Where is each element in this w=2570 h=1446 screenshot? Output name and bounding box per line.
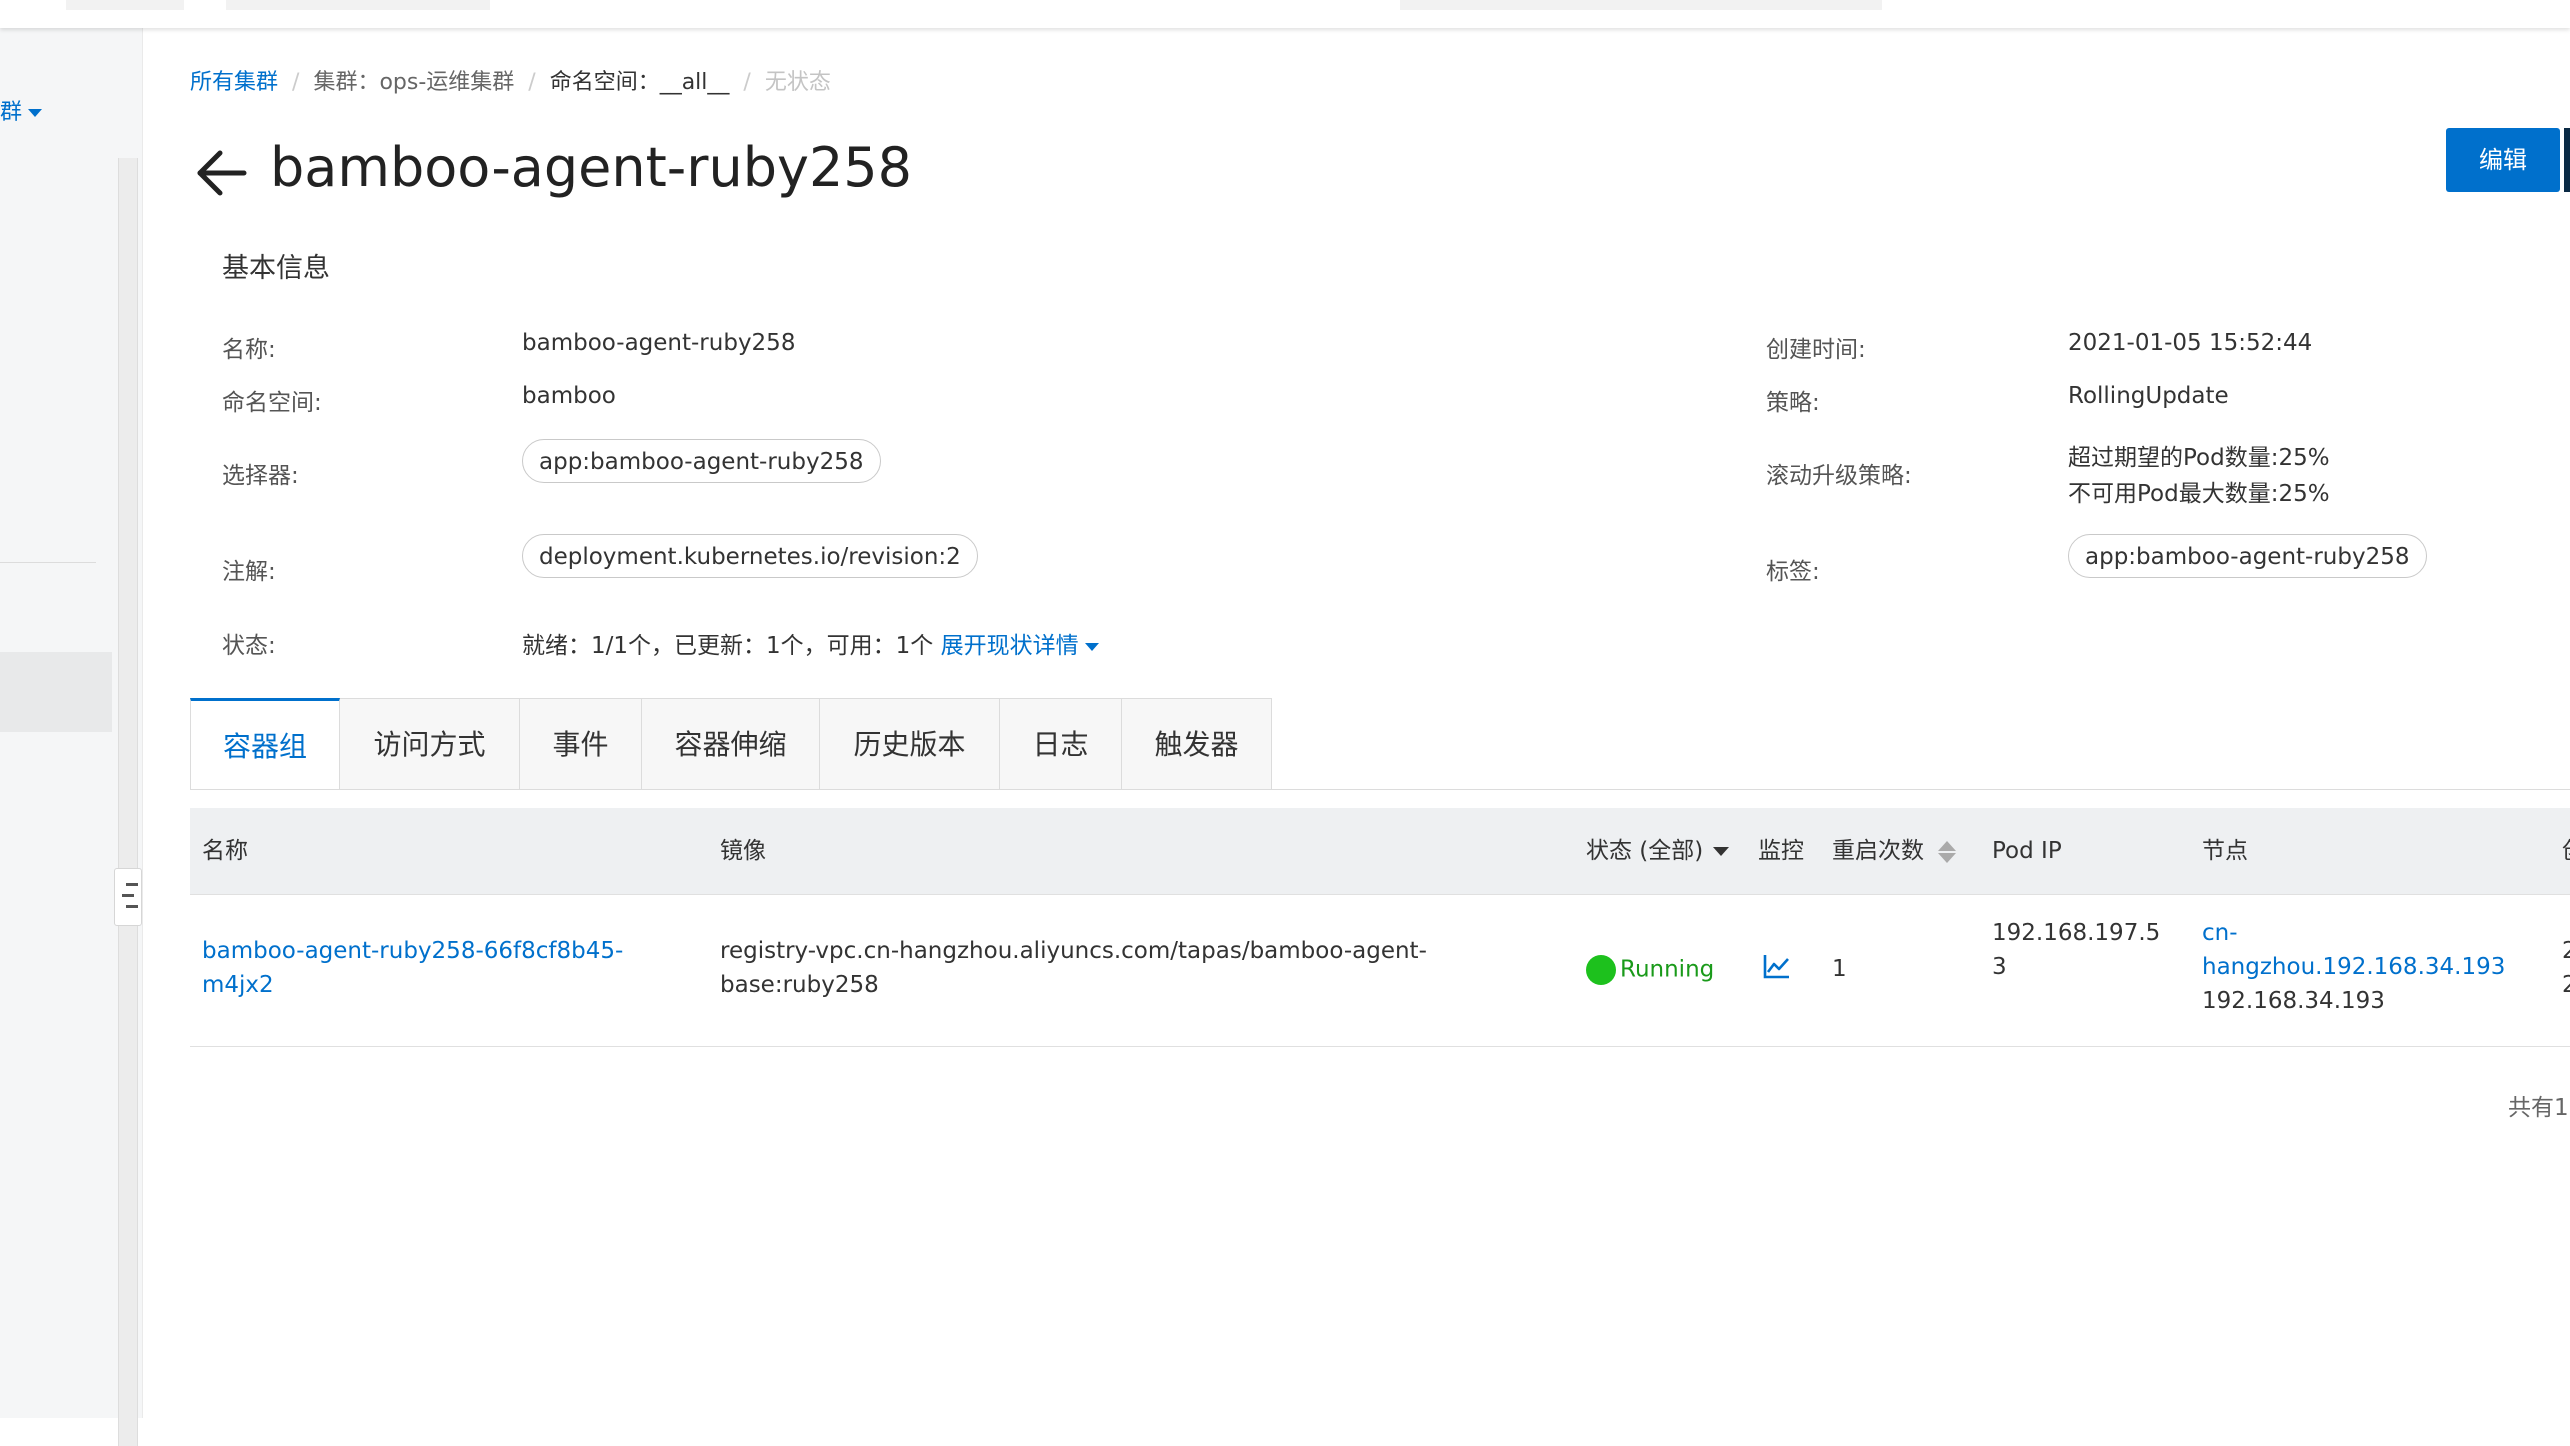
tab-scaling[interactable]: 容器伸缩 (642, 698, 820, 790)
column-name: 名称 (202, 838, 248, 864)
column-restarts-label: 重启次数 (1832, 838, 1924, 864)
pod-image-line: base:ruby258 (720, 972, 879, 998)
pod-name-link[interactable]: bamboo-agent-ruby258-66f8cf8b45- m4jx2 (202, 934, 623, 1002)
column-created: 创 (2562, 808, 2570, 894)
pods-table-header: 名称 镜像 状态 (全部) 监控 重启次数 Pod IP 节点 创 (190, 808, 2570, 895)
pod-ip: 192.168.197.5 3 (1992, 916, 2160, 984)
selector-tag: app:bamboo-agent-ruby258 (522, 439, 881, 483)
page-title: bamboo-agent-ruby258 (270, 136, 913, 199)
namespace-value: bamboo (522, 383, 616, 409)
annotation-tag: deployment.kubernetes.io/revision:2 (522, 534, 978, 578)
labels-label: 标签: (1766, 559, 1820, 585)
column-image: 镜像 (720, 838, 766, 864)
sort-icon[interactable] (1938, 840, 1956, 864)
sidebar-item-selected[interactable] (0, 652, 112, 732)
column-status-label: 状态 (全部) (1586, 838, 1704, 864)
breadcrumb-separator: / (528, 70, 536, 95)
pod-created-line: 2 (2562, 972, 2570, 998)
tab-events[interactable]: 事件 (520, 698, 642, 790)
expand-status-details-link[interactable]: 展开现状详情 (941, 633, 1099, 659)
column-monitor: 监控 (1758, 838, 1804, 864)
name-label: 名称: (222, 337, 276, 363)
column-restarts[interactable]: 重启次数 (1832, 808, 1956, 894)
status-label: 状态: (222, 633, 276, 659)
status-running-icon (1586, 954, 1616, 985)
breadcrumb-cluster[interactable]: 集群：ops-运维集群 (313, 70, 514, 95)
cluster-selector[interactable]: 群 (0, 94, 43, 126)
tabs-baseline (190, 789, 2570, 790)
node-link-line[interactable]: hangzhou.192.168.34.193 (2202, 950, 2505, 984)
rolling-update-max-unavailable: 不可用Pod最大数量:25% (2068, 481, 2330, 507)
annotation-label: 注解: (222, 559, 276, 585)
selector-label: 选择器: (222, 463, 299, 489)
left-sidebar: 群 (0, 28, 143, 1446)
collapse-icon-line (126, 883, 138, 886)
rolling-update-label: 滚动升级策略: (1766, 463, 1912, 489)
pod-created-line: 2 (2562, 938, 2570, 964)
name-value: bamboo-agent-ruby258 (522, 330, 796, 356)
node-ip: 192.168.34.193 (2202, 988, 2385, 1014)
sidebar-scrollbar[interactable] (118, 158, 138, 1446)
chevron-down-icon (28, 109, 43, 117)
breadcrumb-separator: / (292, 70, 300, 95)
breadcrumb-current: 无状态 (764, 70, 831, 95)
breadcrumb-all-clusters[interactable]: 所有集群 (190, 70, 278, 95)
topbar-placeholder-2 (226, 0, 490, 10)
collapse-sidebar-icon[interactable] (114, 868, 142, 926)
collapse-icon-line (126, 905, 138, 908)
table-row: bamboo-agent-ruby258-66f8cf8b45- m4jx2 r… (190, 894, 2570, 1047)
collapse-icon-line (122, 894, 134, 897)
edit-button[interactable]: 编辑 (2446, 128, 2560, 192)
topbar-search-placeholder[interactable] (1400, 0, 1882, 10)
pod-name-line: bamboo-agent-ruby258-66f8cf8b45- (202, 938, 624, 964)
rolling-update-max-surge: 超过期望的Pod数量:25% (2068, 445, 2330, 471)
top-navbar (0, 0, 2570, 28)
pod-restarts: 1 (1832, 956, 1847, 982)
tab-triggers[interactable]: 触发器 (1122, 698, 1272, 790)
filter-dropdown-icon[interactable] (1713, 847, 1730, 856)
chevron-down-icon (1084, 642, 1099, 651)
column-pod-ip: Pod IP (1992, 838, 2062, 864)
monitor-chart-icon[interactable] (1762, 952, 1792, 992)
pod-image-line: registry-vpc.cn-hangzhou.aliyuncs.com/ta… (720, 938, 1427, 964)
more-actions-button[interactable] (2564, 128, 2570, 192)
strategy-value: RollingUpdate (2068, 383, 2229, 409)
tab-logs[interactable]: 日志 (1000, 698, 1122, 790)
tab-access[interactable]: 访问方式 (340, 698, 520, 790)
breadcrumb-namespace[interactable]: 命名空间：__all__ (550, 70, 730, 95)
namespace-label: 命名空间: (222, 390, 322, 416)
column-status-filter[interactable]: 状态 (全部) (1586, 808, 1730, 894)
node-link-line[interactable]: cn- (2202, 916, 2505, 950)
pagination-total: 共有1 (2508, 1095, 2569, 1121)
status-value: 就绪：1/1个，已更新：1个，可用：1个 (522, 633, 934, 659)
pod-created: 2 2 (2562, 934, 2570, 1002)
pod-ip-line: 3 (1992, 954, 2007, 980)
topbar-placeholder-1 (66, 0, 184, 10)
breadcrumb-separator: / (743, 70, 751, 95)
labels-tag: app:bamboo-agent-ruby258 (2068, 534, 2427, 578)
pod-ip-line: 192.168.197.5 (1992, 920, 2161, 946)
pod-status: Running (1586, 952, 1714, 987)
status-summary: 就绪：1/1个，已更新：1个，可用：1个 展开现状详情 (522, 626, 1099, 660)
tab-pods[interactable]: 容器组 (190, 698, 340, 790)
strategy-label: 策略: (1766, 390, 1820, 416)
expand-status-label: 展开现状详情 (940, 633, 1079, 659)
detail-tabs: 容器组 访问方式 事件 容器伸缩 历史版本 日志 触发器 (190, 698, 1272, 790)
back-arrow-icon[interactable] (194, 146, 248, 200)
breadcrumb: 所有集群 / 集群：ops-运维集群 / 命名空间：__all__ / 无状态 (190, 64, 831, 96)
pod-name-line: m4jx2 (202, 972, 274, 998)
pod-image: registry-vpc.cn-hangzhou.aliyuncs.com/ta… (720, 934, 1427, 1002)
pod-node: cn- hangzhou.192.168.34.193 192.168.34.1… (2202, 916, 2505, 1018)
sidebar-divider (0, 562, 96, 563)
column-node: 节点 (2202, 838, 2248, 864)
basic-info-title: 基本信息 (222, 253, 330, 284)
created-value: 2021-01-05 15:52:44 (2068, 330, 2313, 356)
cluster-selector-label: 群 (0, 100, 23, 125)
pod-status-text: Running (1620, 956, 1715, 983)
tab-history[interactable]: 历史版本 (820, 698, 1000, 790)
created-label: 创建时间: (1766, 337, 1866, 363)
